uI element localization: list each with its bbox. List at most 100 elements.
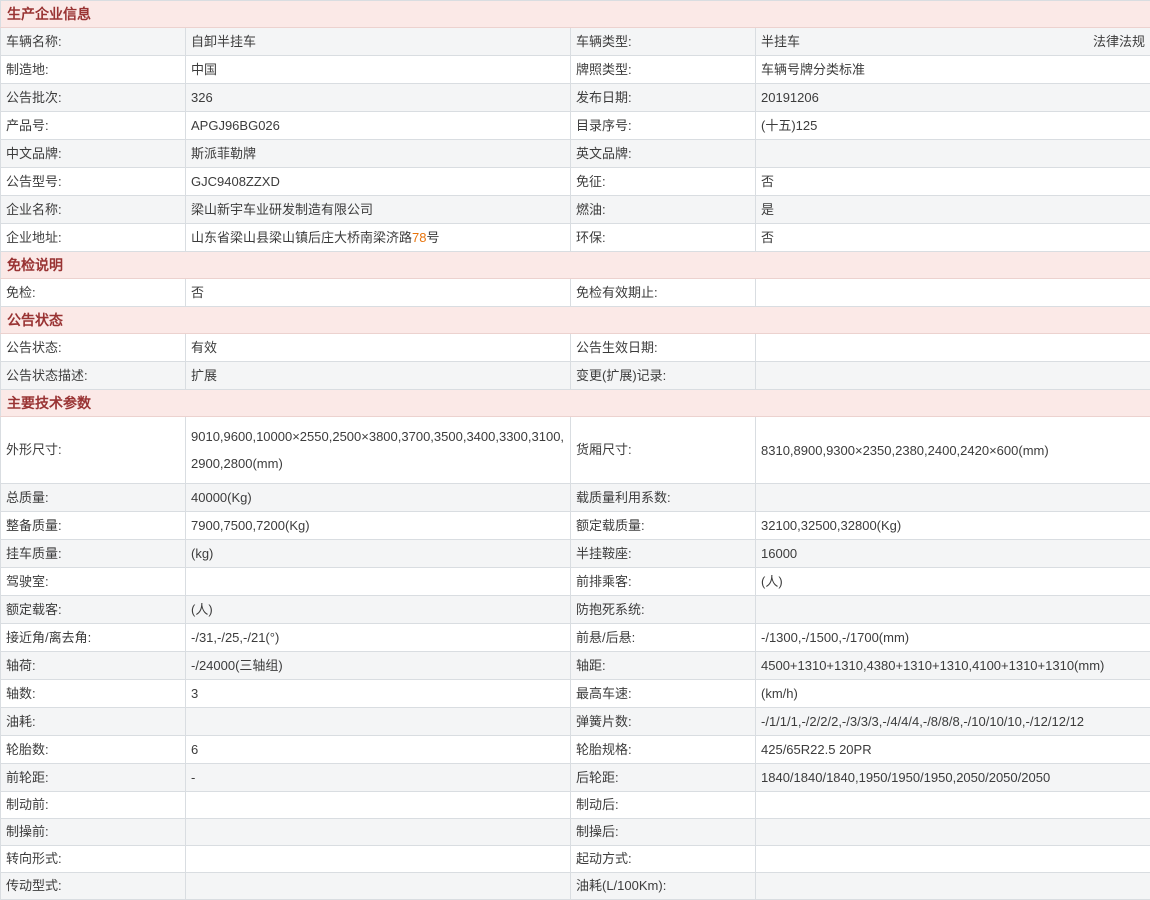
vehicle-info-table: 生产企业信息车辆名称:自卸半挂车车辆类型:法律法规半挂车制造地:中国牌照类型:车… [0,0,1150,900]
table-row: 中文品牌:斯派菲勒牌英文品牌: [1,140,1150,168]
table-row: 公告状态描述:扩展变更(扩展)记录: [1,362,1150,390]
field-label: 制操后: [571,819,756,846]
field-label: 免征: [571,168,756,196]
field-label: 环保: [571,224,756,252]
field-value: -/24000(三轴组) [186,652,571,680]
field-value: 9010,9600,10000×2550,2500×3800,3700,3500… [186,417,571,484]
field-label: 车辆类型: [571,28,756,56]
field-label: 油耗(L/100Km): [571,873,756,900]
field-value: (人) [756,568,1150,596]
field-label: 公告生效日期: [571,334,756,362]
field-value [756,362,1150,390]
field-label: 制造地: [1,56,186,84]
field-value: 4500+1310+1310,4380+1310+1310,4100+1310+… [756,652,1150,680]
field-label: 转向形式: [1,846,186,873]
table-row: 公告状态:有效公告生效日期: [1,334,1150,362]
table-row: 轴荷:-/24000(三轴组)轴距:4500+1310+1310,4380+13… [1,652,1150,680]
field-label: 货厢尺寸: [571,417,756,484]
field-label: 额定载质量: [571,512,756,540]
field-label: 轴荷: [1,652,186,680]
field-label: 免检: [1,279,186,307]
table-row: 制造地:中国牌照类型:车辆号牌分类标准 [1,56,1150,84]
table-row: 车辆名称:自卸半挂车车辆类型:法律法规半挂车 [1,28,1150,56]
table-row: 整备质量:7900,7500,7200(Kg)额定载质量:32100,32500… [1,512,1150,540]
field-value: 16000 [756,540,1150,568]
field-label: 后轮距: [571,764,756,792]
field-label: 企业地址: [1,224,186,252]
field-value [756,279,1150,307]
field-label: 前悬/后悬: [571,624,756,652]
field-value: 否 [756,168,1150,196]
field-label: 牌照类型: [571,56,756,84]
section-header-row: 公告状态 [1,307,1150,334]
table-row: 免检:否免检有效期止: [1,279,1150,307]
table-row: 转向形式:起动方式: [1,846,1150,873]
field-value [756,846,1150,873]
field-label: 最高车速: [571,680,756,708]
field-label: 免检有效期止: [571,279,756,307]
field-value [756,819,1150,846]
field-label: 发布日期: [571,84,756,112]
table-row: 额定载客:(人)防抱死系统: [1,596,1150,624]
field-label: 制动前: [1,792,186,819]
field-value: 是 [756,196,1150,224]
field-label: 轮胎数: [1,736,186,764]
field-value: (kg) [186,540,571,568]
field-value: 3 [186,680,571,708]
table-row: 前轮距:-后轮距:1840/1840/1840,1950/1950/1950,2… [1,764,1150,792]
field-value [186,873,571,900]
field-value: 中国 [186,56,571,84]
field-value: - [186,764,571,792]
field-label: 制动后: [571,792,756,819]
field-label: 载质量利用系数: [571,484,756,512]
section-header-row: 免检说明 [1,252,1150,279]
field-value: (人) [186,596,571,624]
table-row: 制操前: 制操后: [1,819,1150,846]
table-row: 公告型号:GJC9408ZZXD免征:否 [1,168,1150,196]
table-row: 产品号:APGJ96BG026目录序号:(十五)125 [1,112,1150,140]
field-label: 变更(扩展)记录: [571,362,756,390]
field-value: 1840/1840/1840,1950/1950/1950,2050/2050/… [756,764,1150,792]
field-value: 法律法规半挂车 [756,28,1150,56]
table-row: 轮胎数:6轮胎规格:425/65R22.5 20PR [1,736,1150,764]
highlighted-text: 78 [412,230,426,245]
field-value: APGJ96BG026 [186,112,571,140]
field-value: (十五)125 [756,112,1150,140]
field-label: 轮胎规格: [571,736,756,764]
field-value: -/1/1/1,-/2/2/2,-/3/3/3,-/4/4/4,-/8/8/8,… [756,708,1150,736]
field-label: 整备质量: [1,512,186,540]
field-label: 制操前: [1,819,186,846]
field-value: 山东省梁山县梁山镇后庄大桥南梁济路78号 [186,224,571,252]
table-row: 外形尺寸:9010,9600,10000×2550,2500×3800,3700… [1,417,1150,484]
section-title: 免检说明 [1,252,1150,279]
field-label: 产品号: [1,112,186,140]
field-label: 车辆名称: [1,28,186,56]
field-value: -/1300,-/1500,-/1700(mm) [756,624,1150,652]
field-label: 企业名称: [1,196,186,224]
table-row: 传动型式: 油耗(L/100Km): [1,873,1150,900]
field-value: (km/h) [756,680,1150,708]
section-header-row: 生产企业信息 [1,1,1150,28]
vehicle-info-table-body: 生产企业信息车辆名称:自卸半挂车车辆类型:法律法规半挂车制造地:中国牌照类型:车… [1,1,1150,900]
section-title: 公告状态 [1,307,1150,334]
field-label: 油耗: [1,708,186,736]
table-row: 总质量:40000(Kg)载质量利用系数: [1,484,1150,512]
field-value: 梁山新宇车业研发制造有限公司 [186,196,571,224]
text-segment: 号 [426,230,439,245]
field-label: 英文品牌: [571,140,756,168]
field-value: GJC9408ZZXD [186,168,571,196]
laws-regulations-link[interactable]: 法律法规 [1093,28,1145,55]
field-value [186,568,571,596]
field-label: 弹簧片数: [571,708,756,736]
table-row: 挂车质量:(kg)半挂鞍座:16000 [1,540,1150,568]
field-label: 额定载客: [1,596,186,624]
field-value: -/31,-/25,-/21(°) [186,624,571,652]
field-value: 20191206 [756,84,1150,112]
field-label: 公告批次: [1,84,186,112]
field-label: 传动型式: [1,873,186,900]
field-value [756,873,1150,900]
section-title: 主要技术参数 [1,390,1150,417]
field-value: 6 [186,736,571,764]
section-header-row: 主要技术参数 [1,390,1150,417]
field-value [186,819,571,846]
